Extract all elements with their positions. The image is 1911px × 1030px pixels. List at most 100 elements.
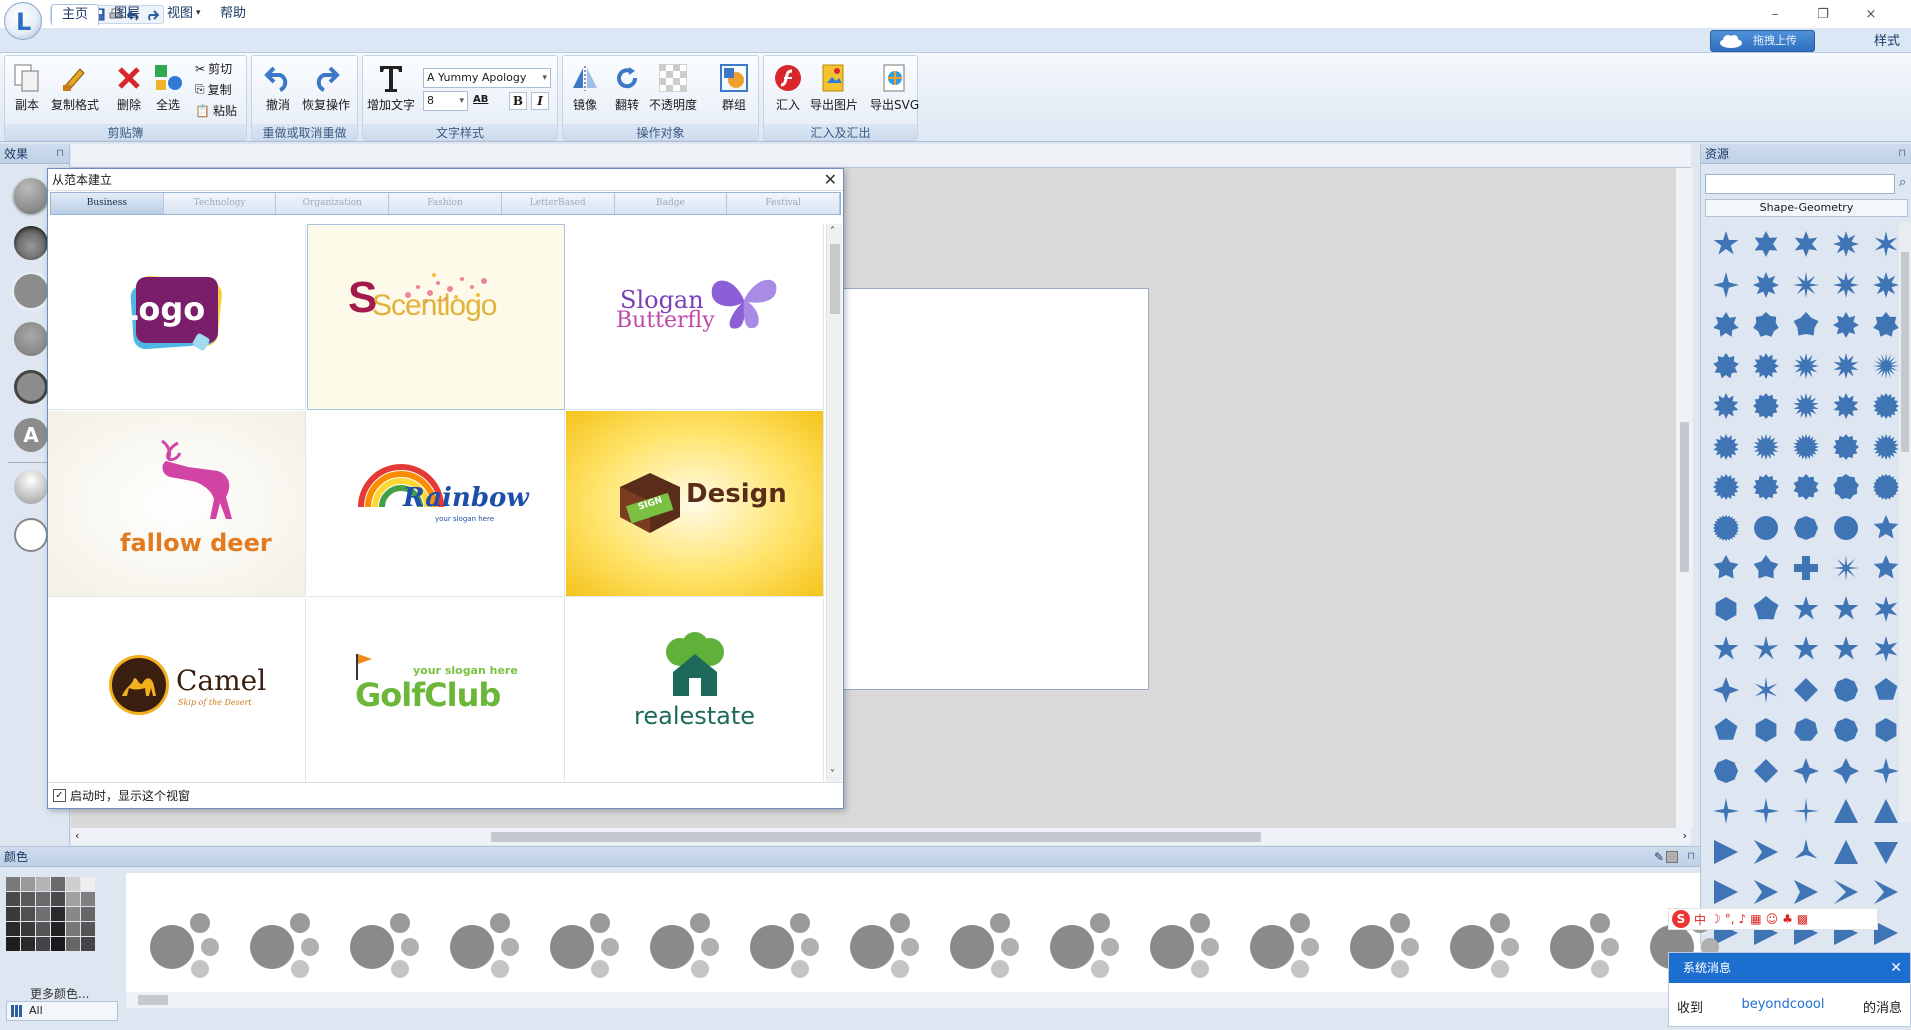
current-color-swatch[interactable] bbox=[1666, 851, 1678, 863]
canvas-vertical-scrollbar[interactable] bbox=[1676, 168, 1693, 828]
color-swatch[interactable] bbox=[66, 877, 80, 891]
shape-item[interactable] bbox=[1746, 710, 1786, 751]
shape-item[interactable] bbox=[1786, 872, 1826, 913]
shape-item[interactable] bbox=[1706, 670, 1746, 711]
template-realestate[interactable]: realestate bbox=[566, 598, 824, 782]
template-sign-design[interactable]: SIGN Design bbox=[566, 411, 824, 597]
shape-item[interactable] bbox=[1706, 386, 1746, 427]
popup-close-icon[interactable]: ✕ bbox=[1890, 953, 1902, 983]
moon-icon[interactable]: ☽ bbox=[1710, 912, 1721, 926]
canvas-horizontal-scrollbar[interactable]: ‹ › bbox=[71, 828, 1691, 845]
color-swatch[interactable] bbox=[81, 892, 95, 906]
shape-item[interactable] bbox=[1746, 629, 1786, 670]
select-all-button[interactable]: 全选 bbox=[152, 62, 184, 113]
shape-item[interactable] bbox=[1746, 224, 1786, 265]
style-preset[interactable] bbox=[1046, 905, 1126, 985]
tab-organization[interactable]: Organization bbox=[276, 193, 390, 214]
shape-item[interactable] bbox=[1826, 305, 1866, 346]
shape-item[interactable] bbox=[1746, 589, 1786, 630]
tab-view[interactable]: 视图 bbox=[157, 4, 203, 25]
color-swatch[interactable] bbox=[81, 907, 95, 921]
shape-item[interactable] bbox=[1706, 791, 1746, 832]
redo-button[interactable]: 恢复操作 bbox=[302, 62, 350, 113]
shape-item[interactable] bbox=[1866, 872, 1906, 913]
grid-apps-icon[interactable]: ▩ bbox=[1797, 912, 1808, 926]
text-case-button[interactable]: AB bbox=[473, 94, 488, 105]
shape-item[interactable] bbox=[1706, 589, 1746, 630]
mirror-button[interactable]: 镜像 bbox=[569, 62, 601, 113]
color-swatch[interactable] bbox=[6, 922, 20, 936]
resources-scrollbar[interactable] bbox=[1899, 222, 1911, 822]
upload-button[interactable]: 拖拽上传 bbox=[1710, 30, 1815, 52]
style-preset[interactable] bbox=[446, 905, 526, 985]
shape-item[interactable] bbox=[1786, 386, 1826, 427]
style-preset[interactable] bbox=[1146, 905, 1226, 985]
shape-item[interactable] bbox=[1786, 548, 1826, 589]
template-butterfly[interactable]: Slogan Butterfly bbox=[566, 224, 824, 410]
color-swatch[interactable] bbox=[36, 892, 50, 906]
shape-item[interactable] bbox=[1746, 305, 1786, 346]
presets-scrollbar[interactable] bbox=[126, 992, 1700, 1008]
style-preset[interactable] bbox=[1446, 905, 1526, 985]
shape-item[interactable] bbox=[1786, 265, 1826, 306]
styles-menu[interactable]: 样式 bbox=[1874, 30, 1900, 49]
shape-item[interactable] bbox=[1826, 791, 1866, 832]
color-swatch[interactable] bbox=[51, 937, 65, 951]
shape-item[interactable] bbox=[1706, 346, 1746, 387]
style-preset[interactable] bbox=[646, 905, 726, 985]
italic-button[interactable]: I bbox=[531, 92, 549, 110]
template-rainbow[interactable]: Rainbow your slogan here bbox=[307, 411, 565, 597]
undo-button[interactable]: 撤消 bbox=[262, 62, 294, 113]
color-swatch[interactable] bbox=[6, 937, 20, 951]
shape-item[interactable] bbox=[1826, 508, 1866, 549]
shape-item[interactable] bbox=[1706, 427, 1746, 468]
minimize-button[interactable]: – bbox=[1752, 2, 1798, 26]
shape-item[interactable] bbox=[1826, 224, 1866, 265]
style-preset[interactable] bbox=[746, 905, 826, 985]
color-swatch[interactable] bbox=[6, 892, 20, 906]
color-swatch[interactable] bbox=[21, 877, 35, 891]
style-preset[interactable] bbox=[1546, 905, 1626, 985]
eyedropper-icon[interactable]: ✎ bbox=[1654, 847, 1664, 867]
resource-category-select[interactable]: Shape-Geometry bbox=[1705, 199, 1908, 217]
punctuation-icon[interactable]: °, bbox=[1725, 912, 1735, 926]
bold-button[interactable]: B bbox=[509, 92, 527, 110]
shape-item[interactable] bbox=[1786, 710, 1826, 751]
style-preset[interactable] bbox=[946, 905, 1026, 985]
style-preset[interactable] bbox=[1246, 905, 1326, 985]
shape-item[interactable] bbox=[1706, 224, 1746, 265]
color-swatch[interactable] bbox=[21, 937, 35, 951]
color-swatch[interactable] bbox=[51, 907, 65, 921]
style-preset[interactable] bbox=[346, 905, 426, 985]
color-swatch[interactable] bbox=[81, 922, 95, 936]
shape-item[interactable] bbox=[1746, 508, 1786, 549]
color-filter-select[interactable]: All bbox=[6, 1001, 118, 1021]
shape-item[interactable] bbox=[1746, 670, 1786, 711]
shape-item[interactable] bbox=[1786, 427, 1826, 468]
style-preset[interactable] bbox=[246, 905, 326, 985]
pin-icon[interactable]: ⊓ bbox=[1687, 847, 1695, 867]
color-swatch[interactable] bbox=[66, 907, 80, 921]
shape-item[interactable] bbox=[1706, 710, 1746, 751]
delete-button[interactable]: 删除 bbox=[113, 62, 145, 113]
color-swatch[interactable] bbox=[51, 877, 65, 891]
tab-technology[interactable]: Technology bbox=[163, 193, 277, 214]
color-swatch[interactable] bbox=[21, 892, 35, 906]
shape-item[interactable] bbox=[1826, 427, 1866, 468]
scroll-down-icon[interactable]: ˅ bbox=[830, 769, 835, 780]
effect-text-icon[interactable]: A bbox=[14, 418, 48, 452]
effect-glow[interactable] bbox=[14, 274, 48, 308]
shape-item[interactable] bbox=[1786, 791, 1826, 832]
template-fallow-deer[interactable]: fallow deer bbox=[48, 411, 306, 597]
import-button[interactable]: 汇入 bbox=[772, 62, 804, 113]
shape-item[interactable] bbox=[1786, 629, 1826, 670]
pin-icon[interactable]: ⊓ bbox=[1898, 144, 1906, 164]
shape-item[interactable] bbox=[1746, 791, 1786, 832]
shape-item[interactable] bbox=[1706, 629, 1746, 670]
tab-letterbased[interactable]: LetterBased bbox=[501, 193, 615, 214]
color-swatch[interactable] bbox=[36, 877, 50, 891]
color-swatch[interactable] bbox=[51, 892, 65, 906]
template-golfclub[interactable]: your slogan here GolfClub bbox=[307, 598, 565, 782]
tab-home[interactable]: 主页 bbox=[51, 4, 100, 25]
color-swatch[interactable] bbox=[6, 877, 20, 891]
